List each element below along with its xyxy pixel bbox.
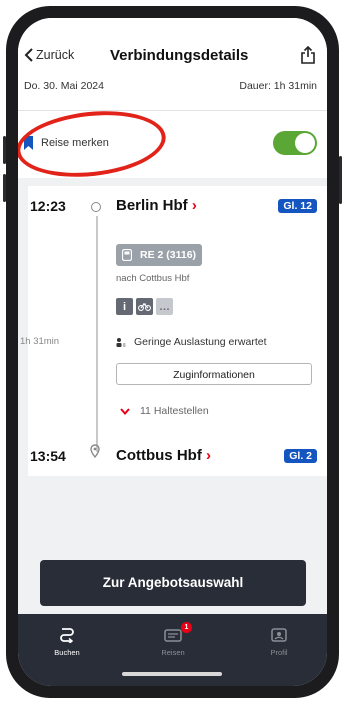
ticket-icon	[164, 628, 182, 642]
power-button	[339, 156, 342, 204]
departure-station-name: Berlin Hbf	[116, 197, 188, 214]
arrival-station-name: Cottbus Hbf	[116, 447, 202, 464]
route-line	[96, 216, 98, 452]
departure-station[interactable]: Berlin Hbf ›	[116, 197, 197, 214]
departure-platform-badge: Gl. 12	[278, 199, 317, 213]
chevron-right-icon: ›	[205, 447, 211, 464]
tab-label: Profil	[270, 648, 288, 657]
back-button[interactable]: Zurück	[24, 48, 74, 62]
offer-selection-button[interactable]: Zur Angebotsauswahl	[40, 560, 306, 606]
arrival-station[interactable]: Cottbus Hbf ›	[116, 447, 211, 464]
chevron-left-icon	[24, 48, 33, 62]
tab-label: Buchen	[54, 648, 80, 657]
share-button[interactable]	[301, 45, 315, 69]
tab-label: Reisen	[161, 648, 185, 657]
red-highlight-circle	[18, 104, 169, 184]
departure-dot-icon	[91, 202, 101, 212]
arrival-platform-badge: Gl. 2	[284, 449, 317, 463]
train-name: RE 2 (3116)	[140, 249, 197, 261]
arrival-time: 13:54	[30, 448, 66, 464]
chevron-right-icon: ›	[191, 197, 197, 214]
share-icon	[301, 45, 315, 64]
train-badge[interactable]: RE 2 (3116)	[116, 244, 203, 266]
occupancy-icon	[116, 338, 126, 347]
back-label: Zurück	[36, 48, 75, 62]
tab-buchen[interactable]: Buchen	[32, 626, 102, 657]
chevron-down-icon	[120, 407, 130, 415]
divider	[18, 110, 327, 111]
toggle-knob	[295, 133, 315, 153]
train-info-button[interactable]: Zuginformationen	[116, 363, 312, 385]
date-duration-row: Do. 30. Mai 2024 Dauer: 1h 31min	[24, 80, 317, 92]
stops-toggle[interactable]: 11 Haltestellen	[120, 405, 209, 417]
info-icon[interactable]: i	[116, 298, 133, 315]
connection-card: 12:23 Berlin Hbf › Gl. 12 RE 2 (3116) na…	[20, 186, 327, 476]
train-direction: nach Cottbus Hbf	[116, 273, 190, 284]
tab-bar: Buchen 1 Reisen Profil	[18, 614, 327, 686]
bike-icon[interactable]	[136, 298, 153, 315]
stops-label: 11 Haltestellen	[140, 405, 209, 417]
travel-date: Do. 30. Mai 2024	[24, 80, 104, 92]
train-feature-icons: i …	[116, 298, 173, 315]
occupancy-text: Geringe Auslastung erwartet	[134, 336, 267, 348]
travel-duration: Dauer: 1h 31min	[239, 80, 317, 92]
profile-icon	[271, 628, 287, 642]
page-title: Verbindungsdetails	[110, 47, 249, 64]
occupancy-row: Geringe Auslastung erwartet	[116, 336, 267, 348]
train-icon	[122, 249, 132, 261]
screen: Zurück Verbindungsdetails Do. 30. Mai 20…	[18, 18, 327, 686]
volume-up-button	[3, 136, 6, 164]
save-trip-toggle[interactable]	[273, 131, 317, 155]
navigation-bar: Zurück Verbindungsdetails	[18, 45, 327, 74]
header: Zurück Verbindungsdetails Do. 30. Mai 20…	[18, 18, 327, 184]
departure-time: 12:23	[30, 198, 66, 214]
more-icon[interactable]: …	[156, 298, 173, 315]
travel-time: 1h 31min	[20, 336, 60, 347]
home-indicator	[122, 672, 222, 676]
phone-frame: Zurück Verbindungsdetails Do. 30. Mai 20…	[3, 6, 342, 698]
tab-profil[interactable]: Profil	[244, 626, 314, 657]
volume-down-button	[3, 174, 6, 202]
route-icon	[60, 628, 74, 643]
location-pin-icon	[90, 444, 100, 458]
tab-reisen[interactable]: 1 Reisen	[138, 622, 208, 657]
notification-badge: 1	[181, 622, 192, 633]
